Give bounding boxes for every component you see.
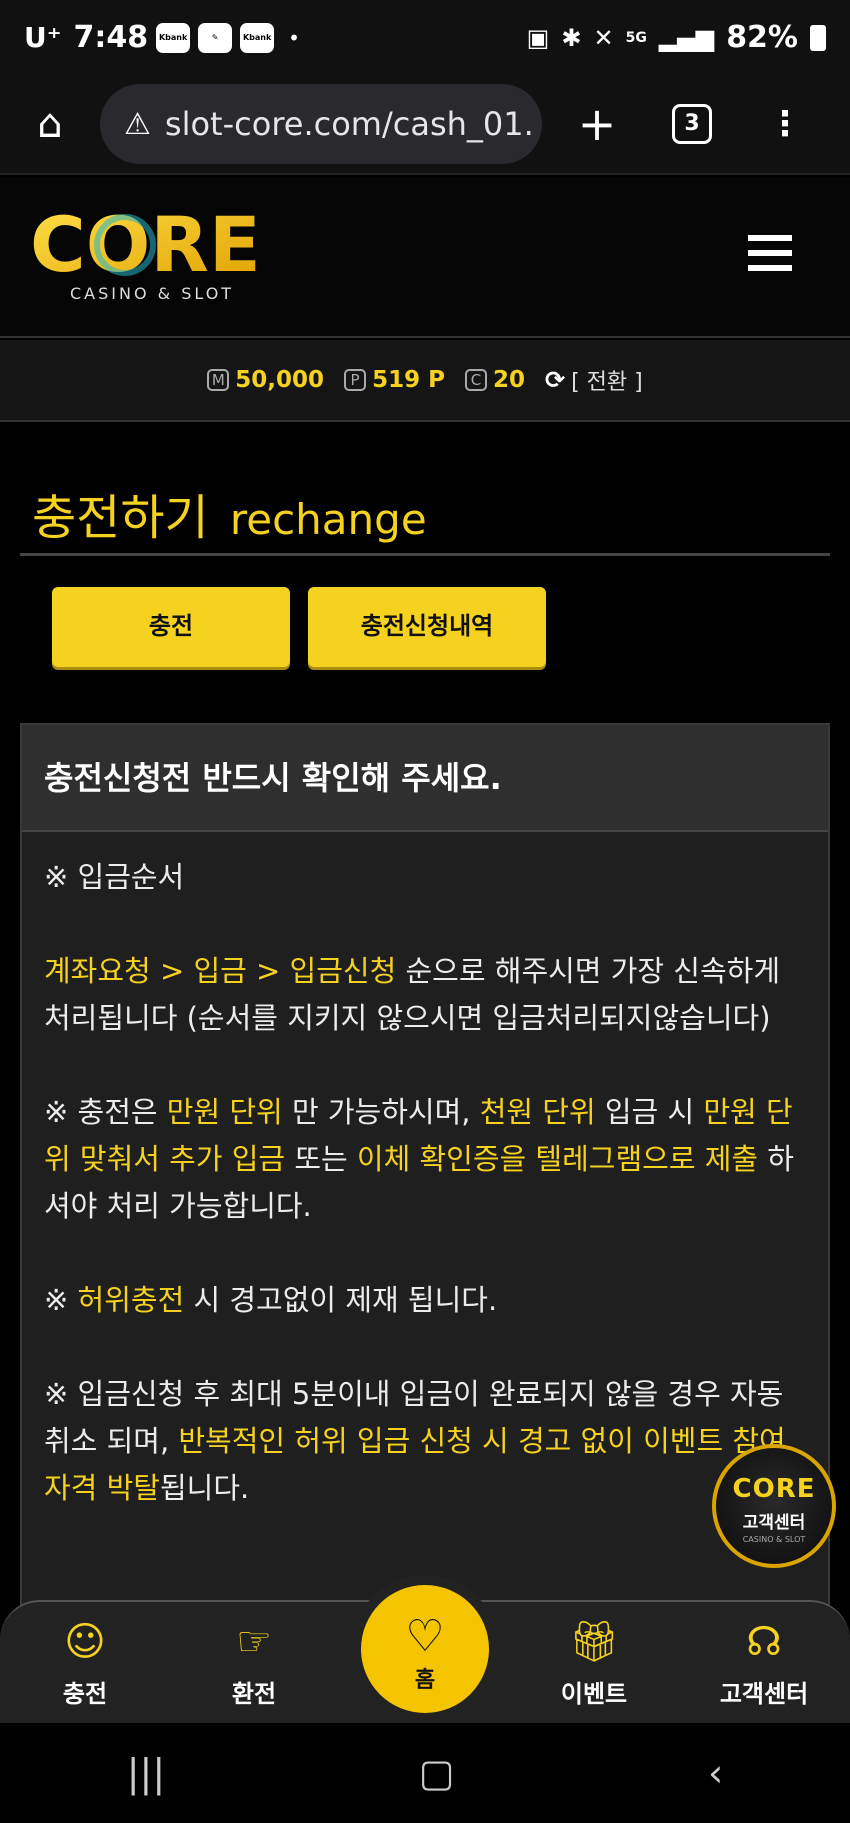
android-home-icon[interactable]: ▢ (419, 1751, 455, 1795)
deposit-order-steps: 계좌요청 > 입금 > 입금신청 (44, 954, 397, 988)
carrier-label: U⁺ (24, 21, 62, 54)
nav-support[interactable]: ☊ 고객센터 (704, 1612, 824, 1709)
address-bar[interactable]: ⚠ slot-core.com/cash_01. (100, 84, 542, 164)
network-type: 5G (625, 29, 647, 46)
notice-heading: 충전신청전 반드시 확인해 주세요. (22, 725, 828, 832)
back-icon[interactable]: ‹ (708, 1751, 723, 1795)
headset-icon: ☊ (746, 1619, 782, 1665)
unit-rule-c: 만 가능하시며, (282, 1095, 480, 1129)
pen-notification-icon: ✎ (198, 22, 233, 53)
deposit-order-title: ※ 입금순서 (44, 860, 185, 894)
deposit-order-text: 계좌요청 > 입금 > 입금신청 순으로 해주시면 가장 신속하게 처리됩니다 … (44, 948, 806, 1042)
nav-event[interactable]: 🎁︎ 이벤트 (534, 1612, 654, 1709)
convert-button[interactable]: ⟳ [ 전환 ] (545, 364, 643, 396)
notice-body: ※ 입금순서 계좌요청 > 입금 > 입금신청 순으로 해주시면 가장 신속하게… (22, 832, 828, 1512)
new-tab-icon[interactable]: + (542, 97, 652, 151)
kbank-notification-icon-2: Kbank (240, 22, 275, 53)
nav-exchange-label: 환전 (231, 1680, 277, 1708)
money-balance: M 50,000 (207, 367, 324, 393)
convert-label: [ 전환 ] (571, 370, 643, 395)
page-title-ko: 충전하기 (32, 490, 209, 546)
more-notifications-dot: • (288, 25, 300, 50)
logo-text: CORE (30, 207, 261, 289)
android-nav-bar: ||| ▢ ‹ (0, 1723, 850, 1823)
charge-icon: ☺ (64, 1619, 106, 1665)
money-icon: M (207, 369, 230, 391)
point-balance: P 519 P (344, 367, 445, 393)
customer-center-fab[interactable]: CORE 고객센터 CASINO & SLOT (712, 1444, 836, 1568)
warning-icon[interactable]: ⚠ (124, 107, 151, 142)
signal-icon: ▂▄▆ (658, 23, 715, 52)
exchange-icon: ☞ (236, 1619, 272, 1665)
mute-icon: ✕ (593, 23, 614, 52)
status-bar: U⁺ 7:48 Kbank ✎ Kbank • ▣ ✱ ✕ 5G ▂▄▆ 82% (0, 0, 850, 75)
recent-apps-icon[interactable]: ||| (127, 1751, 165, 1795)
fake-charge-c: 시 경고없이 제재 됩니다. (184, 1283, 498, 1317)
money-value: 50,000 (235, 367, 325, 393)
balance-bar: M 50,000 P 519 P C 20 ⟳ [ 전환 ] (0, 340, 850, 422)
site-header: CORE CASINO & SLOT (0, 177, 850, 338)
url-text: slot-core.com/cash_01. (164, 105, 534, 143)
nav-charge-label: 충전 (62, 1680, 108, 1708)
unit-rule-g: 또는 (285, 1142, 357, 1176)
home-heart-icon: ♡ (405, 1611, 445, 1662)
title-divider (20, 553, 830, 556)
bluetooth-icon: ✱ (561, 23, 582, 52)
browser-menu-icon[interactable]: ⋮ (768, 104, 802, 144)
fake-charge-b: 허위충전 (77, 1283, 185, 1317)
logo-subtitle: CASINO & SLOT (70, 284, 234, 303)
coin-value: 20 (492, 367, 525, 393)
auto-cancel-text: ※ 입금신청 후 최대 5분이내 입금이 완료되지 않을 경우 자동 취소 되며… (44, 1371, 806, 1512)
nav-home-label: 홈 (414, 1668, 436, 1693)
unit-rule-d: 천원 단위 (479, 1095, 596, 1129)
page-title-en: rechange (229, 495, 427, 544)
fab-label: 고객센터 (742, 1513, 806, 1533)
nav-charge[interactable]: ☺ 충전 (25, 1612, 145, 1709)
fab-logo: CORE (732, 1474, 816, 1504)
coin-icon: C (464, 369, 487, 391)
fake-charge-text: ※ 허위충전 시 경고없이 제재 됩니다. (44, 1277, 806, 1324)
status-time: 7:48 (73, 20, 149, 55)
unit-rule-b: 만원 단위 (166, 1095, 283, 1129)
tab-count-button[interactable]: 3 (672, 104, 712, 144)
charge-tab-button[interactable]: 충전 (52, 587, 290, 667)
battery-icon (810, 24, 826, 51)
browser-toolbar: ⌂ ⚠ slot-core.com/cash_01. + 3 ⋮ (0, 75, 850, 175)
page-title: 충전하기 rechange (32, 478, 427, 548)
gift-icon: 🎁︎ (568, 1619, 620, 1665)
refresh-icon: ⟳ (544, 366, 566, 394)
unit-rule-h: 이체 확인증을 텔레그램으로 제출 (356, 1142, 759, 1176)
point-icon: P (344, 369, 367, 391)
unit-rule-e: 입금 시 (595, 1095, 704, 1129)
auto-cancel-c: 됩니다. (159, 1471, 250, 1505)
nav-support-label: 고객센터 (719, 1680, 809, 1708)
nav-exchange[interactable]: ☞ 환전 (194, 1612, 314, 1709)
nav-event-label: 이벤트 (560, 1680, 628, 1708)
nav-home-button[interactable]: ♡ 홈 (361, 1585, 489, 1713)
charge-history-tab-button[interactable]: 충전신청내역 (308, 587, 546, 667)
unit-rule-text: ※ 충전은 만원 단위 만 가능하시며, 천원 단위 입금 시 만원 단위 맞춰… (44, 1089, 806, 1230)
battery-saver-icon: ▣ (526, 23, 550, 52)
point-value: 519 P (372, 367, 445, 393)
unit-rule-a: ※ 충전은 (44, 1095, 167, 1129)
coin-balance: C 20 (464, 367, 525, 393)
core-logo[interactable]: CORE CASINO & SLOT (30, 207, 280, 307)
fake-charge-a: ※ (44, 1283, 78, 1317)
browser-home-icon[interactable]: ⌂ (0, 101, 100, 147)
fab-subtitle: CASINO & SLOT (742, 1535, 806, 1544)
kbank-notification-icon: Kbank (156, 22, 191, 53)
battery-percent: 82% (726, 20, 798, 55)
status-right: ▣ ✱ ✕ 5G ▂▄▆ 82% (527, 20, 826, 55)
hamburger-menu-icon[interactable] (748, 235, 792, 275)
